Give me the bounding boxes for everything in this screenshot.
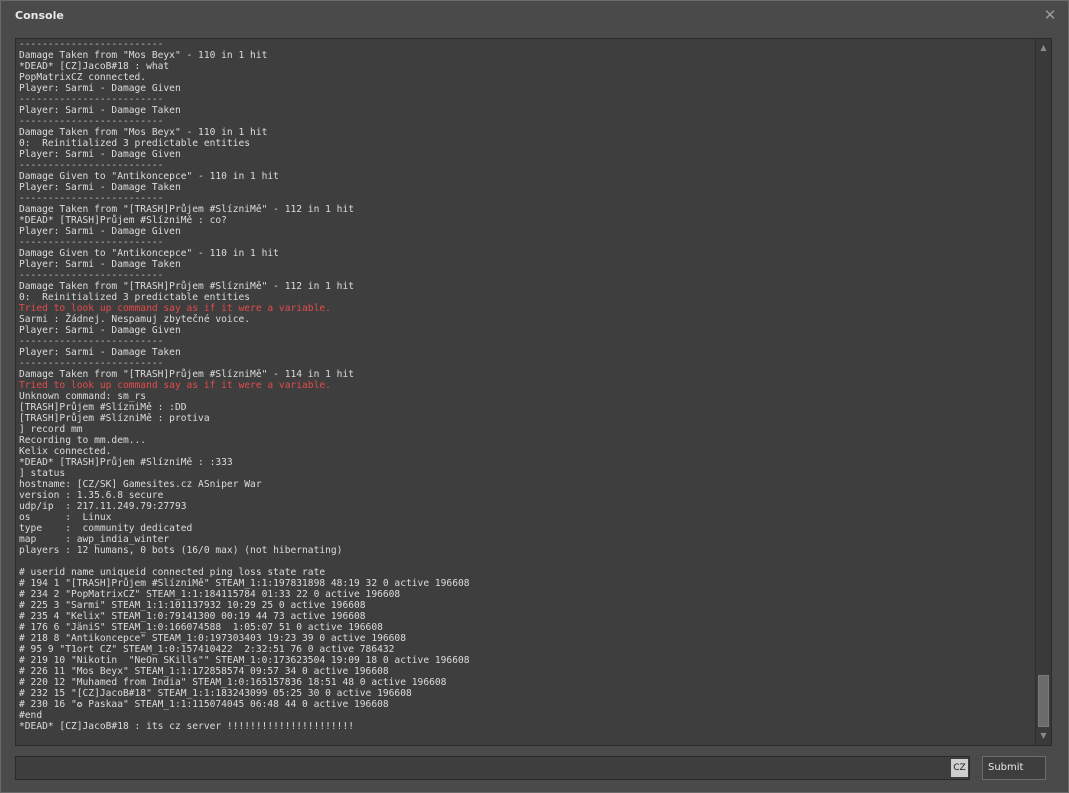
console-line: ------------------------- bbox=[19, 116, 164, 127]
scroll-down-arrow-icon[interactable]: ▼ bbox=[1036, 729, 1051, 743]
console-line: ------------------------- bbox=[19, 94, 164, 105]
console-line: Damage Taken from "Mos Beyx" - 110 in 1 … bbox=[19, 127, 268, 138]
console-line: ] record mm bbox=[19, 424, 83, 435]
console-line: # 194 1 "[TRASH]Průjem #SlízniMě" STEAM_… bbox=[19, 578, 470, 589]
console-log: ------------------------- Damage Taken fr… bbox=[19, 39, 1033, 745]
console-line: Unknown command: sm_rs bbox=[19, 391, 147, 402]
console-line: # 234 2 "PopMatrixCZ" STEAM_1:1:18411578… bbox=[19, 589, 401, 600]
console-line: map : awp_india_winter bbox=[19, 534, 170, 545]
console-line: ------------------------- bbox=[19, 270, 164, 281]
console-line: [TRASH]Průjem #SlízniMě : protiva bbox=[19, 413, 210, 424]
console-line: ------------------------- bbox=[19, 39, 164, 50]
window-title: Console bbox=[15, 9, 64, 22]
command-input[interactable] bbox=[16, 757, 951, 779]
console-line: # 220 12 "Muhamed from India" STEAM_1:0:… bbox=[19, 677, 447, 688]
console-line: Damage Taken from "Mos Beyx" - 110 in 1 … bbox=[19, 50, 268, 61]
console-line: # 230 16 "✪ Paskaa" STEAM_1:1:115074045 … bbox=[19, 699, 389, 710]
console-line: ------------------------- bbox=[19, 358, 164, 369]
console-line: Player: Sarmi - Damage Taken bbox=[19, 182, 181, 193]
console-line: # 219 10 "Nikotin "NeOn SKills"" STEAM_1… bbox=[19, 655, 470, 666]
scroll-thumb[interactable] bbox=[1038, 675, 1049, 727]
console-scrollbar[interactable]: ▲ ▼ bbox=[1035, 39, 1051, 745]
console-line: Damage Taken from "[TRASH]Průjem #Slízni… bbox=[19, 281, 355, 292]
console-line: # 232 15 "[CZ]JacoB#18" STEAM_1:1:183243… bbox=[19, 688, 412, 699]
console-line: *DEAD* [TRASH]Průjem #SlízniMě : :333 bbox=[19, 457, 233, 468]
console-line: ------------------------- bbox=[19, 237, 164, 248]
console-line: ------------------------- bbox=[19, 160, 164, 171]
console-line: *DEAD* [CZ]JacoB#18 : its cz server !!!!… bbox=[19, 721, 355, 732]
console-line: Player: Sarmi - Damage Given bbox=[19, 325, 181, 336]
console-line: Sarmi : Žádnej. Nespamuj zbytečné voice. bbox=[19, 314, 251, 325]
console-line: Player: Sarmi - Damage Taken bbox=[19, 347, 181, 358]
console-line: ------------------------- bbox=[19, 193, 164, 204]
console-line: Damage Taken from "[TRASH]Průjem #Slízni… bbox=[19, 204, 355, 215]
language-indicator: CZ bbox=[951, 759, 968, 777]
console-line: 0: Reinitialized 3 predictable entities bbox=[19, 138, 251, 149]
scroll-up-arrow-icon[interactable]: ▲ bbox=[1036, 41, 1051, 55]
console-line: Kelix connected. bbox=[19, 446, 112, 457]
console-line: *DEAD* [CZ]JacoB#18 : what bbox=[19, 61, 170, 72]
console-line: Recording to mm.dem... bbox=[19, 435, 147, 446]
console-line: version : 1.35.6.8 secure bbox=[19, 490, 164, 501]
console-line: *DEAD* [TRASH]Průjem #SlízniMě : co? bbox=[19, 215, 227, 226]
console-line: Player: Sarmi - Damage Given bbox=[19, 83, 181, 94]
console-line: ] status bbox=[19, 468, 66, 479]
console-line: # 218 8 "Antikoncepce" STEAM_1:0:1973034… bbox=[19, 633, 406, 644]
console-line: Damage Taken from "[TRASH]Průjem #Slízni… bbox=[19, 369, 355, 380]
console-line: 0: Reinitialized 3 predictable entities bbox=[19, 292, 251, 303]
console-line: [TRASH]Průjem #SlízniMě : :DD bbox=[19, 402, 187, 413]
console-line: udp/ip : 217.11.249.79:27793 bbox=[19, 501, 187, 512]
console-line: PopMatrixCZ connected. bbox=[19, 72, 147, 83]
console-line: os : Linux bbox=[19, 512, 112, 523]
console-error-line: Tried to look up command say as if it we… bbox=[19, 380, 331, 391]
submit-button[interactable]: Submit bbox=[982, 756, 1046, 780]
console-line: # 176 6 "JäniS" STEAM_1:0:166074588 1:05… bbox=[19, 622, 383, 633]
console-line: Player: Sarmi - Damage Taken bbox=[19, 259, 181, 270]
console-line: Damage Given to "Antikoncepce" - 110 in … bbox=[19, 248, 279, 259]
console-line: # userid name uniqueid connected ping lo… bbox=[19, 567, 326, 578]
console-line: # 95 9 "T1ort CZ" STEAM_1:0:157410422 2:… bbox=[19, 644, 395, 655]
console-line: hostname: [CZ/SK] Gamesites.cz ASniper W… bbox=[19, 479, 262, 490]
title-bar[interactable]: Console ✕ bbox=[1, 1, 1068, 31]
console-line: # 235 4 "Kelix" STEAM_1:0:79141300 00:19… bbox=[19, 611, 366, 622]
console-line: # 226 11 "Mos Beyx" STEAM_1:1:172858574 … bbox=[19, 666, 389, 677]
command-input-row: CZ bbox=[15, 756, 970, 780]
scroll-track[interactable] bbox=[1038, 57, 1049, 727]
console-line: Player: Sarmi - Damage Given bbox=[19, 149, 181, 160]
console-line: # 225 3 "Sarmi" STEAM_1:1:101137932 10:2… bbox=[19, 600, 366, 611]
console-output[interactable]: ------------------------- Damage Taken fr… bbox=[15, 38, 1052, 746]
console-line: #end bbox=[19, 710, 43, 721]
console-line: ------------------------- bbox=[19, 336, 164, 347]
close-icon[interactable]: ✕ bbox=[1042, 7, 1058, 23]
console-line: type : community dedicated bbox=[19, 523, 193, 534]
console-line: Player: Sarmi - Damage Taken bbox=[19, 105, 181, 116]
console-window: Console ✕ ------------------------- Damag… bbox=[0, 0, 1069, 793]
console-line: Damage Given to "Antikoncepce" - 110 in … bbox=[19, 171, 279, 182]
console-line: Player: Sarmi - Damage Given bbox=[19, 226, 181, 237]
console-line: players : 12 humans, 0 bots (16/0 max) (… bbox=[19, 545, 343, 556]
console-error-line: Tried to look up command say as if it we… bbox=[19, 303, 331, 314]
